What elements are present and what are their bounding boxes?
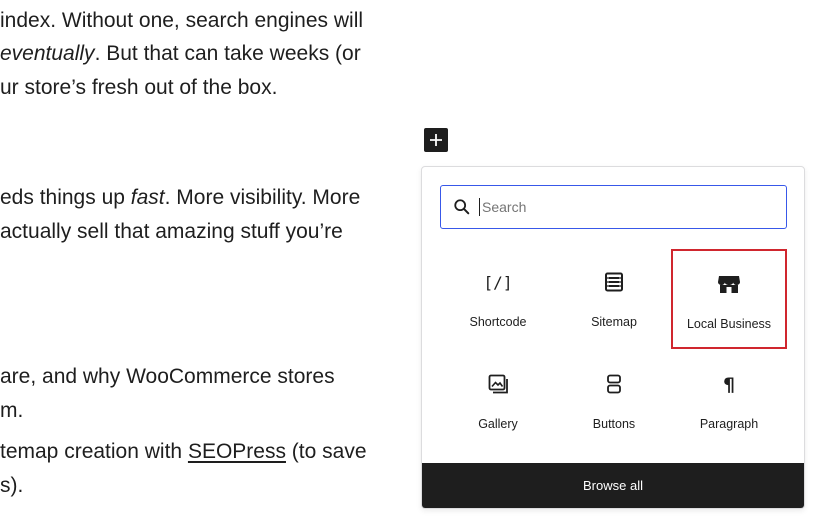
article-line: ur store’s fresh out of the box. [0, 76, 278, 99]
shortcode-icon: [/] [485, 269, 511, 295]
block-inserter-popover: [/] Shortcode Sitemap Local Business [421, 166, 805, 509]
block-label: Paragraph [699, 417, 759, 431]
add-block-button[interactable] [424, 128, 448, 152]
block-buttons[interactable]: Buttons [556, 351, 672, 451]
block-label: Shortcode [469, 315, 527, 329]
plus-icon [430, 134, 442, 146]
search-icon [454, 199, 470, 215]
block-sitemap[interactable]: Sitemap [556, 249, 672, 349]
browse-all-button[interactable]: Browse all [422, 463, 804, 508]
gallery-icon [486, 371, 510, 397]
block-label: Sitemap [591, 315, 637, 329]
article-content: index. Without one, search engines will … [0, 0, 420, 519]
block-gallery[interactable]: Gallery [440, 351, 556, 451]
article-line: actually sell that amazing stuff you’re [0, 220, 343, 243]
block-shortcode[interactable]: [/] Shortcode [440, 249, 556, 349]
block-paragraph[interactable]: ¶ Paragraph [671, 351, 787, 451]
block-label: Gallery [478, 417, 518, 431]
block-local-business[interactable]: Local Business [671, 249, 787, 349]
article-line: eds things up fast. More visibility. Mor… [0, 186, 361, 209]
browse-all-label: Browse all [583, 478, 643, 493]
search-input[interactable] [480, 198, 764, 216]
article-line: index. Without one, search engines will [0, 9, 364, 32]
block-label: Local Business [686, 317, 772, 331]
sitemap-icon [602, 269, 626, 295]
block-label: Buttons [592, 417, 636, 431]
paragraph-icon: ¶ [717, 371, 741, 397]
article-line: eventually. But that can take weeks (or [0, 42, 361, 65]
buttons-icon [602, 371, 626, 397]
article-line: m. [0, 399, 24, 422]
article-line: temap creation with SEOPress (to save [0, 440, 367, 463]
search-box[interactable] [440, 185, 787, 229]
article-line: s). [0, 474, 24, 497]
svg-text:[/]: [/] [485, 273, 511, 292]
svg-text:¶: ¶ [723, 374, 735, 396]
store-icon [716, 271, 742, 297]
seopress-link[interactable]: SEOPress [188, 440, 286, 463]
article-line: are, and why WooCommerce stores [0, 365, 335, 388]
